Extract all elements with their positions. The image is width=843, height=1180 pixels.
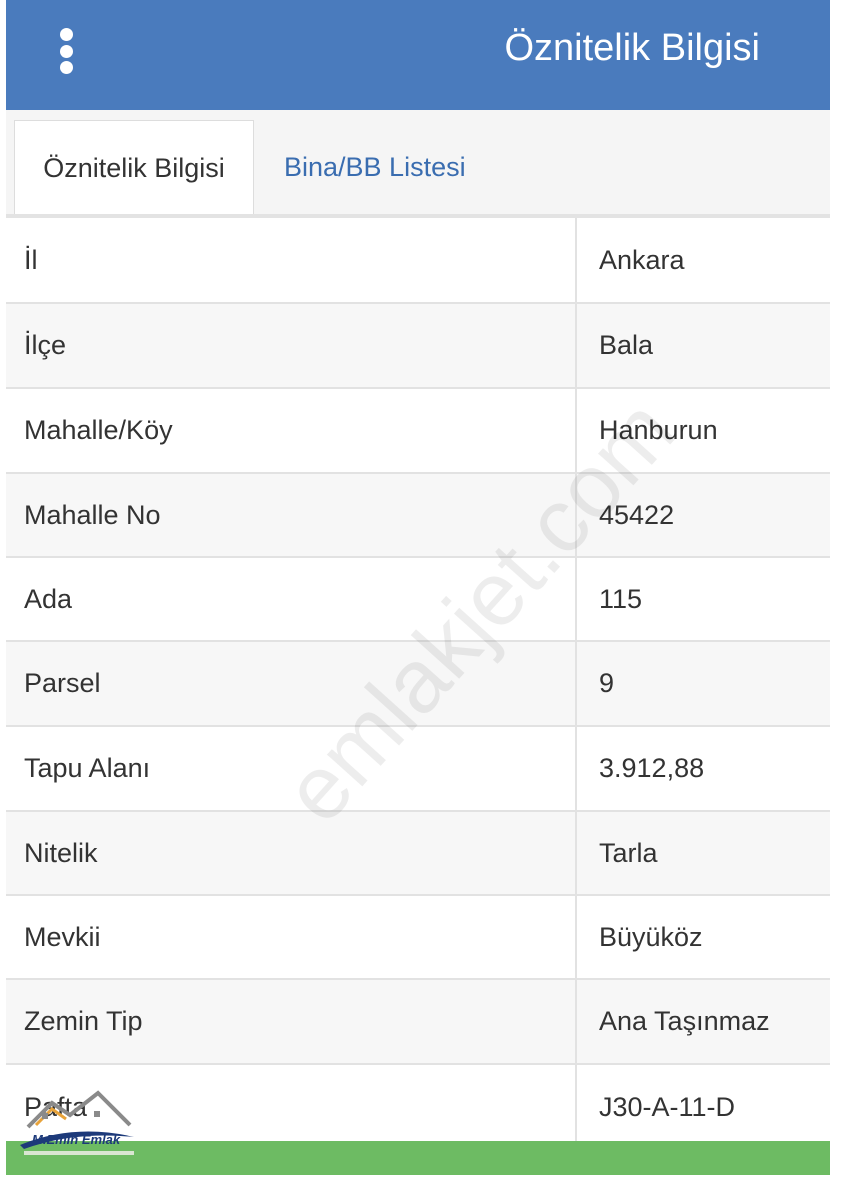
house-logo-icon [20, 1090, 134, 1155]
panel-title: Öznitelik Bilgisi [504, 27, 760, 69]
row-label: Nitelik [6, 812, 577, 894]
table-row: İlçe Bala [6, 304, 830, 389]
row-value: Ana Taşınmaz [599, 1006, 770, 1036]
tab-attribute-info[interactable]: Öznitelik Bilgisi [14, 120, 254, 214]
row-value: 45422 [599, 499, 675, 530]
menu-dot [59, 28, 73, 41]
attribute-panel: Öznitelik Bilgisi Öznitelik Bilgisi Bina… [6, 0, 830, 1149]
table-row: Parsel 9 [6, 642, 830, 727]
table-row: Zemin Tip Ana Taşınmaz [6, 980, 830, 1065]
table-row: Tapu Alanı 3.912,88 [6, 727, 830, 812]
row-label: Ada [6, 558, 577, 640]
row-value: Tarla [599, 837, 658, 868]
row-value: Ankara [599, 244, 685, 275]
panel-header: Öznitelik Bilgisi [6, 0, 830, 110]
vertical-dots-icon[interactable] [54, 28, 78, 74]
logo: M.Emin Emlak [14, 1085, 140, 1167]
row-label: Tapu Alanı [6, 727, 577, 810]
row-value: 115 [599, 583, 643, 614]
row-value: Hanburun [599, 415, 718, 445]
row-label: Parsel [6, 642, 577, 725]
table-row: Ada 115 [6, 558, 830, 642]
tab-building-list[interactable]: Bina/BB Listesi [264, 120, 486, 214]
table-row: Mahalle No 45422 [6, 474, 830, 558]
table-row: Nitelik Tarla [6, 812, 830, 896]
table-row: Mevkii Büyüköz [6, 896, 830, 980]
logo-text: M.Emin Emlak [32, 1132, 121, 1147]
row-value: Bala [599, 330, 654, 360]
row-label: İl [6, 218, 577, 302]
menu-dot [59, 44, 73, 58]
row-label: Mahalle No [6, 474, 577, 556]
table-row: Mahalle/Köy Hanburun [6, 389, 830, 474]
row-label: Mevkii [6, 896, 577, 978]
row-label: Zemin Tip [6, 980, 577, 1063]
row-label: Mahalle/Köy [6, 389, 577, 472]
row-value: J30-A-11-D [599, 1091, 736, 1122]
row-value: Büyüköz [599, 921, 703, 952]
attribute-table: İl Ankara İlçe Bala Mahalle/Köy Hanburun… [6, 218, 830, 1149]
tab-bar: Öznitelik Bilgisi Bina/BB Listesi [6, 110, 830, 218]
row-value: 9 [599, 668, 615, 698]
menu-dot [59, 61, 73, 74]
row-label: İlçe [6, 304, 577, 387]
table-row: İl Ankara [6, 218, 830, 304]
row-value: 3.912,88 [599, 753, 705, 783]
